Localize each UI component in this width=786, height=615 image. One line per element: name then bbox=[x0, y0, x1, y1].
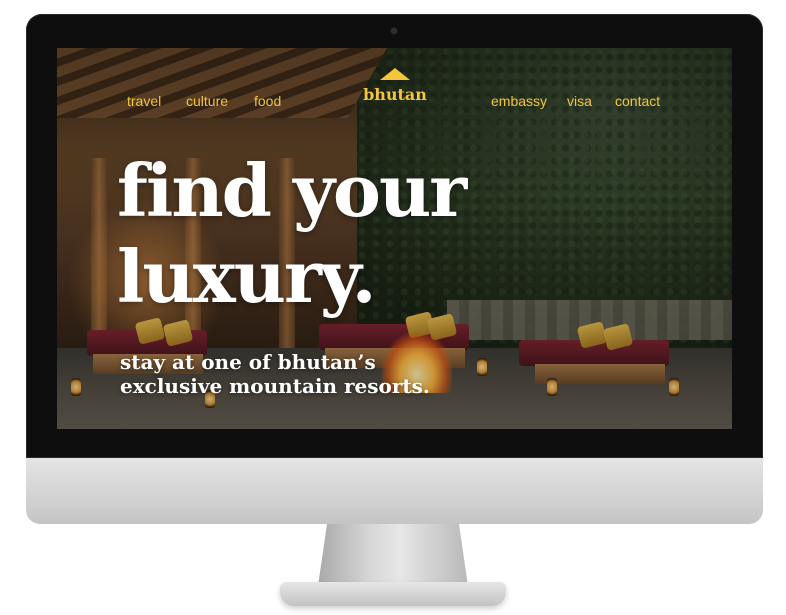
monitor-screen: travel culture food bhutan embassy visa … bbox=[57, 48, 732, 429]
brand-logo-link[interactable]: bhutan bbox=[355, 68, 435, 104]
nav-link-contact[interactable]: contact bbox=[615, 92, 660, 110]
page: travel culture food bhutan embassy visa … bbox=[0, 0, 786, 615]
nav-link-embassy[interactable]: embassy bbox=[491, 92, 547, 110]
monitor-stand-base bbox=[280, 582, 506, 606]
hero-subheading: stay at one of bhutan’s exclusive mounta… bbox=[120, 350, 430, 398]
site-navigation: travel culture food bhutan embassy visa … bbox=[57, 48, 732, 118]
nav-link-visa[interactable]: visa bbox=[567, 92, 592, 110]
monitor-chin bbox=[26, 458, 763, 524]
hero-heading-line-2: luxury. bbox=[117, 234, 377, 319]
brand-name: bhutan bbox=[363, 85, 427, 104]
nav-link-travel[interactable]: travel bbox=[127, 92, 161, 110]
hero-subheading-line-1: stay at one of bhutan’s bbox=[120, 350, 376, 374]
triangle-mountain-icon bbox=[380, 68, 410, 80]
monitor-stand bbox=[318, 524, 468, 586]
webcam-icon bbox=[391, 28, 397, 34]
hero-heading-line-1: find your bbox=[117, 148, 467, 233]
nav-link-food[interactable]: food bbox=[254, 92, 281, 110]
hero-subheading-line-2: exclusive mountain resorts. bbox=[120, 374, 430, 398]
nav-link-culture[interactable]: culture bbox=[186, 92, 228, 110]
hero-heading: find your luxury. bbox=[117, 148, 467, 320]
